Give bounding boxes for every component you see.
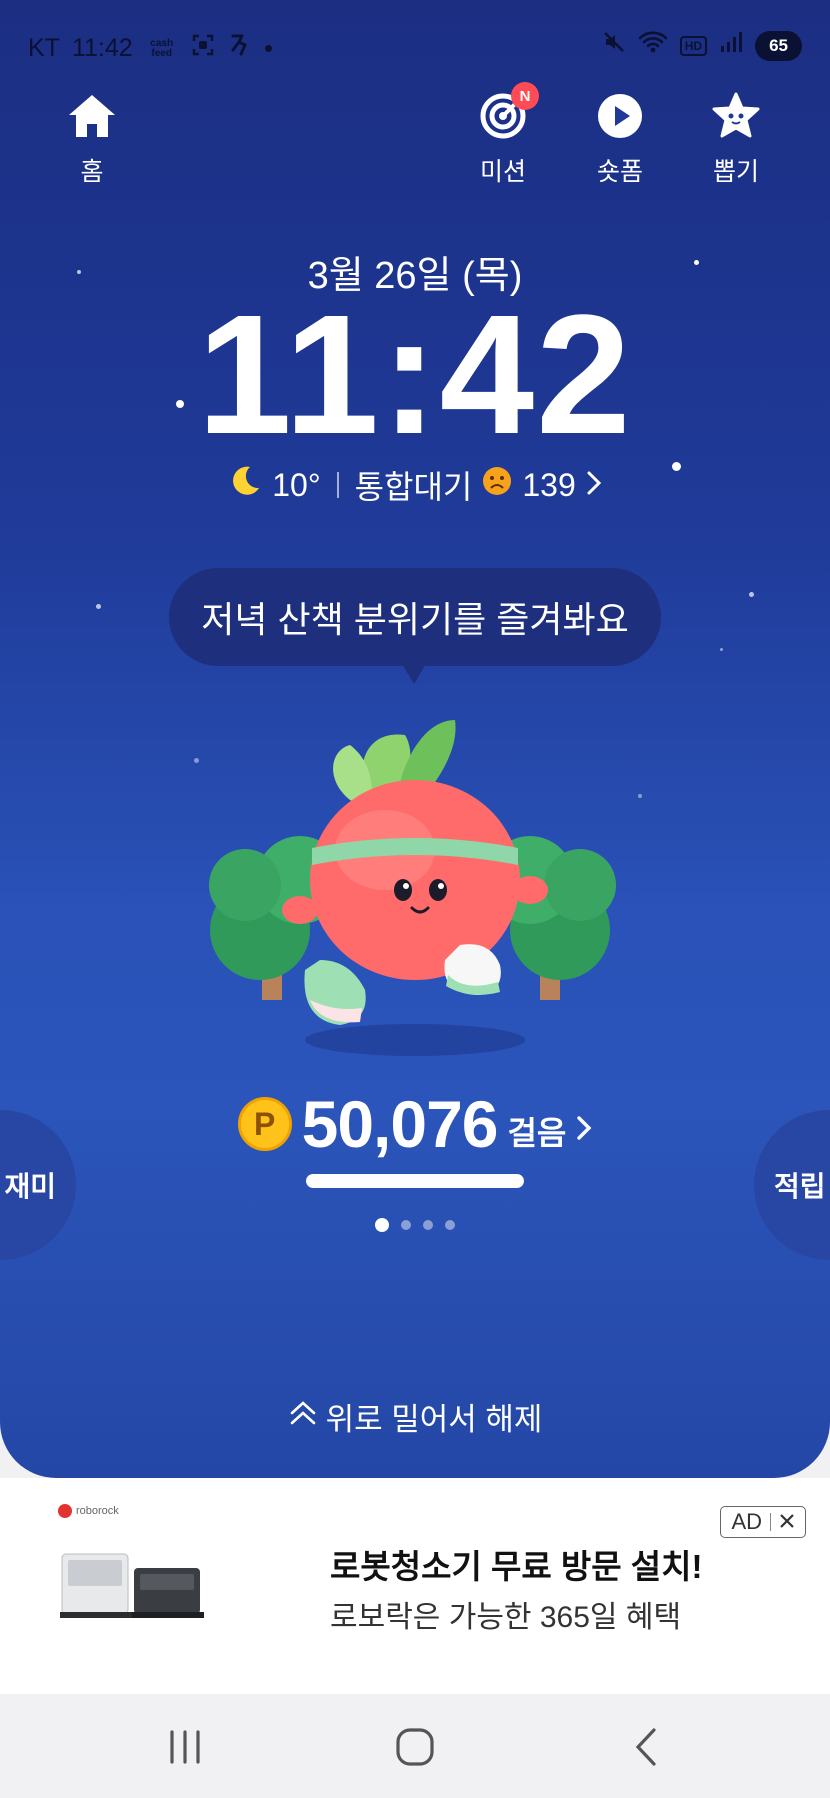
air-quality-label: 통합대기: [354, 469, 473, 505]
star-decoration: [194, 758, 199, 763]
step-unit: 걸음: [507, 1115, 567, 1151]
roborock-logo-icon: [58, 1504, 72, 1518]
step-progress-bar: [306, 1174, 524, 1188]
chevron-right-icon: [576, 1115, 592, 1146]
ad-banner[interactable]: roborock AD 로봇청소기 무료 방문 설치! 로보락은 가능한 365…: [0, 1478, 830, 1694]
ad-tag[interactable]: AD: [720, 1506, 806, 1538]
page-dot: [445, 1220, 455, 1230]
new-badge: N: [511, 82, 539, 110]
double-chevron-up-icon: [288, 1398, 318, 1436]
star-decoration: [638, 794, 642, 798]
page-dot: [401, 1220, 411, 1230]
star-decoration: [96, 604, 101, 609]
ad-brand: roborock: [58, 1504, 119, 1518]
home-circle-icon: [396, 1728, 434, 1766]
page-dot: [423, 1220, 433, 1230]
recent-apps-button[interactable]: [160, 1724, 210, 1770]
battery-indicator: 65: [755, 30, 802, 61]
close-icon[interactable]: [779, 1509, 795, 1535]
page-dot-active: [375, 1218, 389, 1232]
radish-mascot-illustration: [209, 720, 616, 1056]
nav-draw[interactable]: 뽑기: [681, 88, 791, 188]
clock: 11:42: [197, 280, 633, 470]
speech-bubble: 저녁 산책 분위기를 즐겨봐요: [169, 568, 661, 666]
nav-home-label: 홈: [80, 158, 104, 186]
step-progress-fill: [306, 1174, 524, 1188]
ad-headline: 로봇청소기 무료 방문 설치!: [330, 1548, 703, 1585]
divider: [770, 1513, 771, 1531]
page-indicator: [0, 1218, 830, 1232]
wifi-icon: [638, 30, 668, 61]
back-button[interactable]: [624, 1724, 674, 1770]
step-counter[interactable]: P 50,076 걸음: [0, 1086, 830, 1162]
status-time: 11:42: [71, 34, 133, 62]
star-decoration: [720, 648, 723, 651]
divider: [336, 472, 339, 498]
home-button[interactable]: [390, 1724, 440, 1770]
point-coin-icon: P: [237, 1097, 292, 1151]
nav-mission[interactable]: N 미션: [448, 82, 558, 188]
sad-face-icon: [482, 466, 512, 504]
swipe-unlock-hint[interactable]: 위로 밀어서 해제: [0, 1394, 830, 1439]
nav-mission-label: 미션: [479, 158, 526, 186]
runner-icon: [227, 32, 253, 65]
play-icon: [592, 88, 648, 144]
screenshot-icon: [191, 33, 215, 64]
weather-row[interactable]: 10° 통합대기 139: [0, 462, 830, 508]
unlock-label: 위로 밀어서 해제: [325, 1402, 543, 1437]
hd-icon: HD: [679, 35, 708, 56]
nav-home[interactable]: 홈: [37, 88, 147, 188]
chevron-right-icon: [586, 467, 602, 504]
star-decoration: [749, 592, 754, 597]
air-quality-value: 139: [522, 466, 576, 503]
ad-brand-label: roborock: [76, 1505, 119, 1517]
target-icon: N: [475, 82, 539, 144]
ad-label: AD: [731, 1509, 762, 1534]
system-navigation-bar: [0, 1694, 830, 1798]
ad-subtext: 로보락은 가능한 365일 혜택: [330, 1601, 682, 1634]
notification-dot-icon: [264, 45, 272, 52]
carrier-label: KT: [28, 34, 60, 62]
signal-icon: [719, 30, 743, 61]
cashfeed-icon: cash feed: [150, 37, 174, 59]
home-icon: [64, 88, 120, 144]
moon-icon: [228, 464, 262, 506]
nav-shortform-label: 숏폼: [596, 158, 643, 186]
mute-icon: [602, 30, 626, 61]
nav-shortform[interactable]: 숏폼: [565, 88, 675, 188]
status-bar: KT 11:42 cash feed HD 65: [28, 28, 802, 68]
temperature: 10°: [272, 466, 321, 503]
robot-vacuum-product-image: [60, 1553, 204, 1618]
lock-screen[interactable]: KT 11:42 cash feed HD 65 홈 N 미션 숏폼 뽑기 3월…: [0, 0, 830, 1478]
step-count: 50,076: [301, 1087, 499, 1161]
recent-apps-icon: [170, 1730, 200, 1764]
nav-draw-label: 뽑기: [712, 158, 759, 186]
back-icon: [635, 1728, 656, 1766]
star-icon: [708, 88, 764, 144]
speech-bubble-tail: [402, 664, 426, 684]
